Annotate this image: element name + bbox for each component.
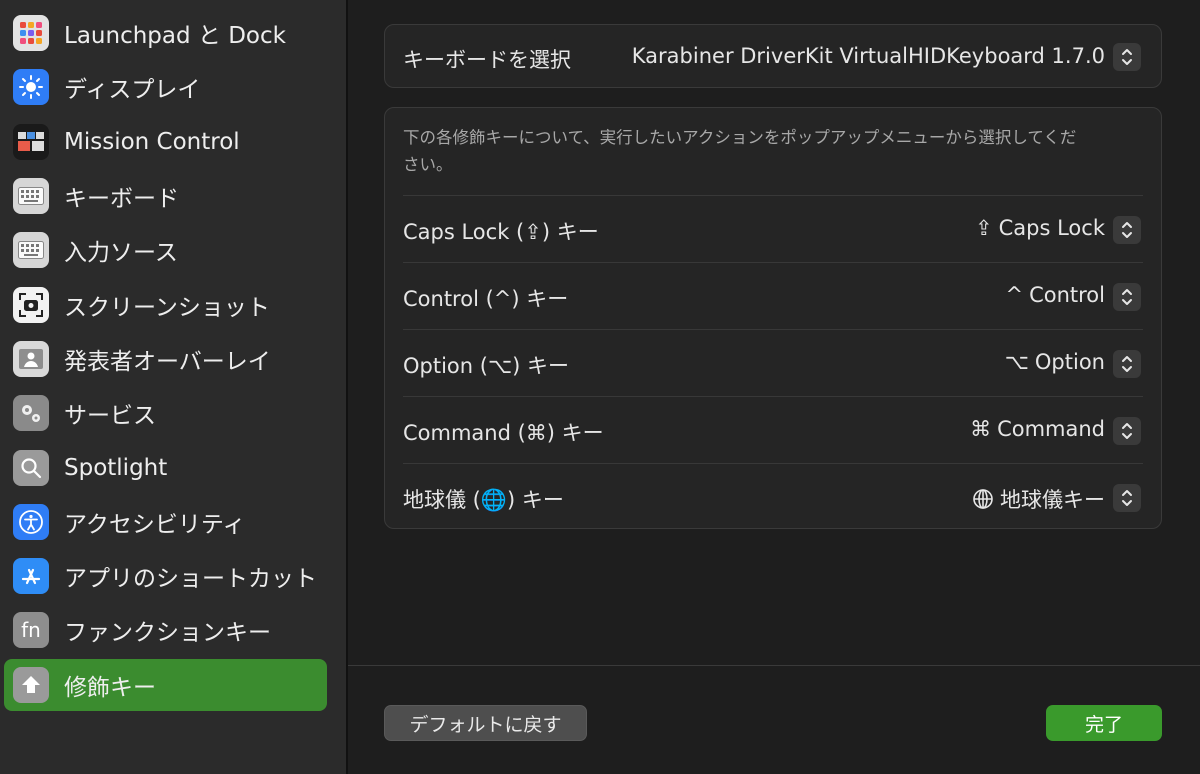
sidebar-item-label: 修飾キー [64, 675, 156, 701]
control-popup-value: ^ Control [1005, 283, 1105, 307]
caps-lock-row-label: Caps Lock (⇪) キー [403, 220, 599, 244]
sidebar-item-display[interactable]: ディスプレイ [4, 61, 327, 113]
globe-popup-value: 地球儀キー [972, 484, 1105, 514]
sidebar-item-spotlight[interactable]: Spotlight [4, 442, 327, 494]
footer-divider [348, 665, 1200, 666]
control-value-text: Control [1029, 283, 1105, 307]
modifier-keys-box: 下の各修飾キーについて、実行したいアクションをポップアップメニューから選択してく… [384, 107, 1162, 529]
option-popup-value: ⌥ Option [1005, 350, 1105, 374]
control-symbol-icon: ^ [1005, 283, 1024, 307]
sidebar-item-label: ディスプレイ [64, 77, 201, 103]
spotlight-search-icon [13, 450, 49, 486]
option-row-label: Option (⌥) キー [403, 354, 570, 378]
main-panel: キーボードを選択 Karabiner DriverKit VirtualHIDK… [348, 0, 1200, 774]
chevron-up-down-icon [1122, 356, 1132, 372]
keyboard-select-row[interactable]: キーボードを選択 Karabiner DriverKit VirtualHIDK… [384, 24, 1162, 88]
sidebar-item-label: サービス [64, 403, 156, 429]
sidebar-item-screenshot[interactable]: スクリーンショット [4, 279, 327, 331]
launchpad-icon [13, 15, 49, 51]
screenshot-icon [13, 287, 49, 323]
keyboard-select-label: キーボードを選択 [403, 48, 571, 72]
sidebar-item-label: アクセシビリティ [64, 512, 246, 538]
services-gears-icon [13, 395, 49, 431]
sidebar-item-input-sources[interactable]: 入力ソース [4, 224, 327, 276]
sidebar-item-app-shortcuts[interactable]: アプリのショートカット [4, 550, 327, 602]
sidebar-item-presenter-overlay[interactable]: 発表者オーバーレイ [4, 333, 327, 385]
keyboard-select-value: Karabiner DriverKit VirtualHIDKeyboard 1… [631, 44, 1105, 68]
chevron-up-down-icon [1122, 222, 1132, 238]
modifier-key-icon [13, 667, 49, 703]
row-divider [403, 262, 1143, 263]
command-value-text: Command [997, 417, 1105, 441]
accessibility-icon [13, 504, 49, 540]
sidebar-item-modifier-keys[interactable]: 修飾キー [4, 659, 327, 711]
chevron-up-down-icon [1122, 490, 1132, 506]
fn-key-icon: fn [13, 612, 49, 648]
option-symbol-icon: ⌥ [1004, 350, 1029, 374]
sidebar-item-label: アプリのショートカット [64, 566, 317, 592]
control-row-label: Control (^) キー [403, 287, 569, 311]
option-popup[interactable] [1113, 350, 1141, 378]
command-popup[interactable] [1113, 417, 1141, 445]
command-symbol-icon: ⌘ [970, 417, 992, 441]
display-sun-icon [13, 69, 49, 105]
sidebar-item-label: スクリーンショット [64, 295, 270, 321]
chevron-up-down-icon [1122, 289, 1132, 305]
control-popup[interactable] [1113, 283, 1141, 311]
sidebar-item-label: 入力ソース [64, 240, 178, 266]
presenter-overlay-icon [13, 341, 49, 377]
option-value-text: Option [1034, 350, 1105, 374]
row-divider [403, 195, 1143, 196]
globe-popup[interactable] [1113, 484, 1141, 512]
sidebar-item-label: ファンクションキー [64, 620, 271, 646]
sidebar-item-accessibility[interactable]: アクセシビリティ [4, 496, 327, 548]
keyboard-icon [13, 178, 49, 214]
sidebar-item-services[interactable]: サービス [4, 387, 327, 439]
sidebar: Launchpad と Dock ディスプレイ Mission Control [0, 0, 346, 774]
row-divider [403, 329, 1143, 330]
sidebar-item-function-keys[interactable]: fn ファンクションキー [4, 604, 327, 656]
caps-lock-value-text: Caps Lock [998, 216, 1105, 240]
caps-lock-popup-value: ⇪ Caps Lock [975, 216, 1105, 240]
sidebar-item-launchpad-dock[interactable]: Launchpad と Dock [4, 7, 327, 59]
command-popup-value: ⌘ Command [970, 417, 1105, 441]
sidebar-item-keyboard[interactable]: キーボード [4, 170, 327, 222]
sidebar-item-label: Spotlight [64, 455, 168, 481]
caps-lock-symbol-icon: ⇪ [975, 216, 993, 240]
input-source-keyboard-icon [13, 232, 49, 268]
modifier-hint-text: 下の各修飾キーについて、実行したいアクションをポップアップメニューから選択してく… [403, 128, 1077, 174]
caps-lock-popup[interactable] [1113, 216, 1141, 244]
mission-control-icon [13, 124, 49, 160]
sidebar-item-label: Launchpad と Dock [64, 23, 286, 49]
row-divider [403, 463, 1143, 464]
keyboard-select-popup[interactable] [1113, 43, 1141, 71]
sidebar-item-mission-control[interactable]: Mission Control [4, 116, 327, 168]
row-divider [403, 396, 1143, 397]
sidebar-item-label: キーボード [64, 186, 179, 212]
chevron-up-down-icon [1122, 49, 1132, 65]
globe-value-text: 地球儀キー [1000, 488, 1105, 512]
done-button[interactable]: 完了 [1046, 705, 1162, 741]
app-store-icon [13, 558, 49, 594]
command-row-label: Command (⌘) キー [403, 421, 604, 445]
globe-icon [973, 489, 993, 509]
sidebar-item-label: Mission Control [64, 129, 240, 155]
chevron-up-down-icon [1122, 423, 1132, 439]
restore-defaults-button[interactable]: デフォルトに戻す [384, 705, 587, 741]
globe-row-label: 地球儀 (🌐) キー [403, 488, 564, 512]
sidebar-item-label: 発表者オーバーレイ [64, 349, 271, 375]
